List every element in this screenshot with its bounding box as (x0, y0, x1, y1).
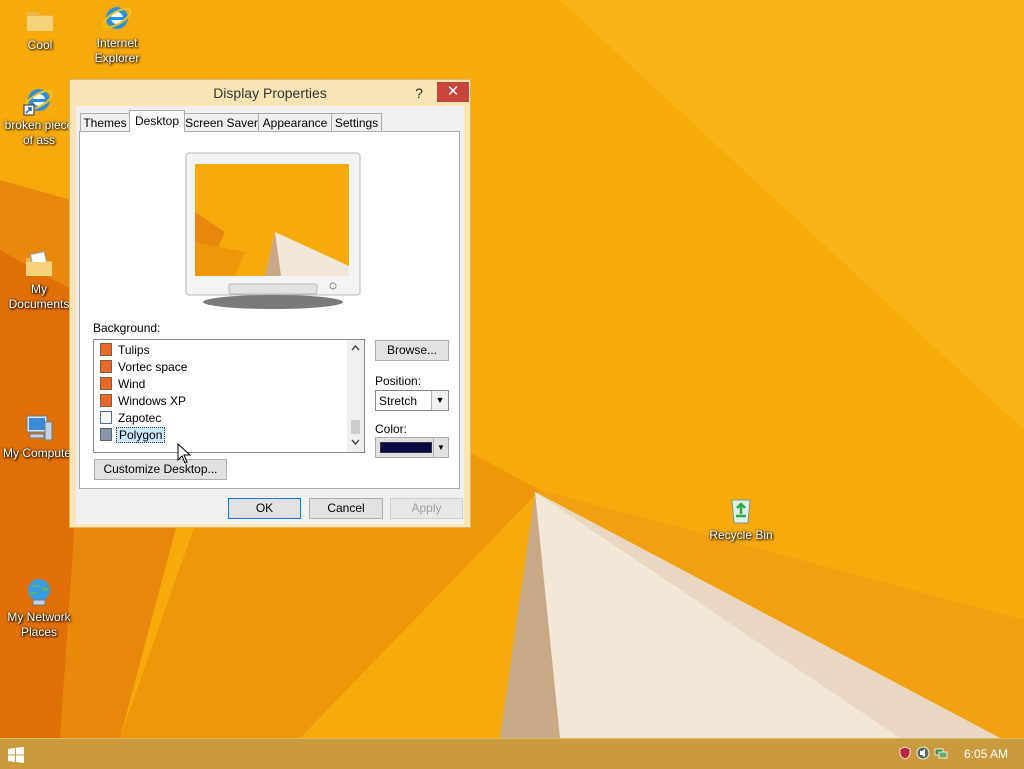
cancel-button[interactable]: Cancel (309, 498, 383, 519)
list-item-label: Windows XP (118, 394, 187, 408)
help-button[interactable]: ? (408, 82, 430, 104)
recycle-bin-icon (731, 499, 751, 524)
desktop-icon-label: My (31, 282, 47, 296)
background-listbox[interactable]: Tulips Vortec space Wind Windows XP Zapo… (93, 339, 365, 453)
desktop-icon-cool[interactable]: Cool (2, 4, 78, 53)
desktop-icon-label: My Computer (2, 446, 76, 460)
close-button[interactable]: ✕ (437, 82, 469, 102)
internet-explorer-shortcut-icon (23, 89, 54, 116)
desktop-icon-label: Explorer (94, 51, 140, 65)
tab-desktop[interactable]: Desktop (129, 110, 185, 132)
html-file-icon (100, 411, 112, 424)
position-select[interactable]: Stretch ▼ (375, 390, 449, 411)
list-item-selected[interactable]: Polygon (100, 427, 166, 443)
color-label: Color: (375, 422, 408, 436)
chevron-down-icon: ▼ (433, 438, 448, 457)
color-picker-button[interactable]: ▼ (375, 437, 449, 458)
ok-button[interactable]: OK (228, 498, 301, 519)
list-item[interactable]: Vortec space (100, 359, 189, 375)
desktop-icon-label: Cool (27, 38, 53, 52)
desktop-icon-label: Places (20, 625, 58, 639)
position-value: Stretch (379, 394, 418, 408)
list-item[interactable]: Tulips (100, 342, 152, 358)
desktop-tab-panel: Background: Tulips Vortec space Wind Win… (79, 131, 460, 489)
clock[interactable]: 6:05 AM (964, 747, 1008, 761)
list-item[interactable]: Wind (100, 376, 147, 392)
position-label: Position: (375, 374, 422, 388)
windows-start-icon[interactable] (8, 747, 24, 763)
security-shield-icon[interactable] (898, 746, 912, 760)
my-computer-icon (26, 415, 53, 441)
desktop-icon-internet-explorer[interactable]: Internet Explorer (79, 2, 155, 66)
desktop-icon-label: Recycle Bin (709, 528, 773, 542)
chevron-down-icon: ▼ (431, 391, 448, 410)
desktop-icon-recycle-bin[interactable]: Recycle Bin (703, 494, 779, 543)
desktop-icon-label: Documents (8, 297, 70, 311)
volume-icon[interactable] (916, 746, 930, 760)
list-item[interactable]: Zapotec (100, 410, 163, 426)
customize-desktop-button[interactable]: Customize Desktop... (94, 459, 227, 480)
desktop-icon-label: of ass (22, 133, 55, 147)
desktop-icon-broken-piece-of-ass[interactable]: broken piece of ass (1, 84, 77, 148)
image-file-icon (100, 377, 112, 390)
tab-screen-saver[interactable]: Screen Saver (184, 113, 259, 131)
desktop-icon-my-documents[interactable]: My Documents (1, 248, 77, 312)
list-scrollbar[interactable] (347, 340, 364, 452)
desktop-icon-my-network-places[interactable]: My Network Places (1, 576, 77, 640)
desktop-icon-label: broken piece (4, 118, 74, 132)
list-item-label: Vortec space (118, 360, 188, 374)
desktop-icon-label: Internet (96, 36, 138, 50)
image-file-icon (100, 394, 112, 407)
list-item[interactable]: Windows XP (100, 393, 188, 409)
desktop-icon-label: My Network (7, 610, 71, 624)
desktop-icon-my-computer[interactable]: My Computer (1, 412, 77, 461)
apply-button[interactable]: Apply (390, 498, 463, 519)
tab-settings[interactable]: Settings (331, 113, 382, 131)
list-item-label: Zapotec (118, 411, 162, 425)
color-swatch (380, 442, 432, 453)
tab-themes[interactable]: Themes (80, 113, 130, 131)
display-properties-dialog: Display Properties ? ✕ Themes Desktop Sc… (69, 79, 471, 528)
folder-icon (27, 12, 53, 31)
list-item-label: Wind (118, 377, 146, 391)
image-file-icon (100, 360, 112, 373)
mouse-cursor-icon (177, 443, 191, 464)
background-label: Background: (93, 321, 161, 335)
image-file-icon (100, 428, 112, 441)
dialog-title-bar[interactable]: Display Properties ? ✕ (70, 80, 470, 106)
monitor-preview (185, 152, 361, 309)
internet-explorer-icon (102, 7, 132, 29)
list-item-label: Tulips (118, 343, 150, 357)
tab-appearance[interactable]: Appearance (258, 113, 332, 131)
network-icon[interactable] (934, 746, 948, 760)
taskbar: 6:05 AM (0, 738, 1024, 769)
my-documents-icon (26, 251, 52, 276)
list-item-label: Polygon (116, 427, 166, 443)
network-places-icon (28, 579, 50, 606)
browse-button[interactable]: Browse... (375, 340, 449, 361)
dialog-body: Themes Desktop Screen Saver Appearance S… (76, 106, 464, 524)
image-file-icon (100, 343, 112, 356)
